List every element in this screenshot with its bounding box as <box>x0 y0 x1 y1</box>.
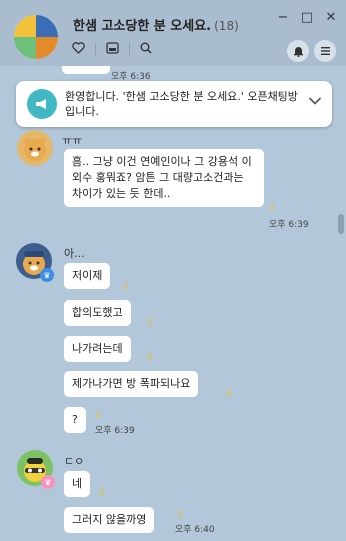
megaphone-icon <box>27 89 57 119</box>
search-icon[interactable] <box>140 42 152 56</box>
message-bubble[interactable]: 네 <box>64 471 91 497</box>
message-time: 오후 6:39 <box>95 426 135 436</box>
unread-count: 2 <box>147 353 153 363</box>
message-time: 오후 6:40 <box>175 525 215 535</box>
message-time: 오후 6:39 <box>269 220 309 230</box>
maximize-icon[interactable]: □ <box>300 10 314 24</box>
manager-badge-icon: ♛ <box>41 475 55 489</box>
message-bubble[interactable]: 흠.. 그냥 이건 연예인이나 그 강용석 이외수 홍뭐죠? 암튼 그 대량고소… <box>64 149 264 207</box>
message-bubble[interactable]: 나가려는데 <box>64 336 131 362</box>
minimize-icon[interactable]: − <box>276 10 290 24</box>
toolbar-divider <box>129 43 130 55</box>
unread-count: 2 <box>147 318 153 328</box>
close-icon[interactable]: ✕ <box>324 10 338 24</box>
sender-name: ㅠㅠ <box>62 134 83 147</box>
notice-text: 환영합니다. '한샘 고소당한 분 오세요.' 오픈채팅방입니다. <box>65 90 298 118</box>
unread-count: 2 <box>177 510 183 520</box>
message-bubble[interactable]: 합의도했고 <box>64 300 131 326</box>
message-bubble-partial[interactable] <box>62 66 110 74</box>
toolbar <box>72 42 152 56</box>
chevron-down-icon[interactable] <box>308 94 322 110</box>
album-icon[interactable] <box>106 42 119 56</box>
unread-count: 2 <box>123 282 129 292</box>
bell-icon[interactable] <box>287 40 309 62</box>
unread-count: 2 <box>269 203 275 213</box>
window-controls: − □ ✕ <box>276 10 338 24</box>
room-title: 한샘 고소당한 분 오세요. (18) <box>73 15 239 34</box>
unread-count: 2 <box>99 488 105 498</box>
chat-area[interactable]: 오후 6:36 ㅠㅠ 흠.. 그냥 이건 연예인이나 그 강용석 이외수 홍뭐죠… <box>0 66 346 541</box>
toolbar-divider <box>95 43 96 55</box>
unread-count: 2 <box>226 389 232 399</box>
unread-count: 2 <box>95 411 101 421</box>
host-badge-icon: ♛ <box>40 268 54 282</box>
avatar[interactable] <box>17 130 53 166</box>
room-avatar[interactable] <box>14 15 58 59</box>
message-bubble[interactable]: 저이제 <box>64 263 111 289</box>
scrollbar-thumb[interactable] <box>338 214 344 234</box>
heart-icon[interactable] <box>72 42 85 56</box>
room-title-text: 한샘 고소당한 분 오세요. <box>73 19 212 34</box>
sender-name: 아... <box>64 247 85 260</box>
message-bubble[interactable]: 제가나가면 방 폭파되나요 <box>64 371 199 397</box>
chat-header: 한샘 고소당한 분 오세요. (18) − □ ✕ <box>0 0 346 66</box>
notice-banner[interactable]: 환영합니다. '한샘 고소당한 분 오세요.' 오픈채팅방입니다. <box>16 81 332 127</box>
menu-icon[interactable] <box>314 40 336 62</box>
member-count: (18) <box>214 19 239 33</box>
message-bubble[interactable]: ? <box>64 407 86 433</box>
message-bubble[interactable]: 그러지 않을까영 <box>64 507 155 533</box>
sender-name: ㄷㅇ <box>64 455 85 468</box>
